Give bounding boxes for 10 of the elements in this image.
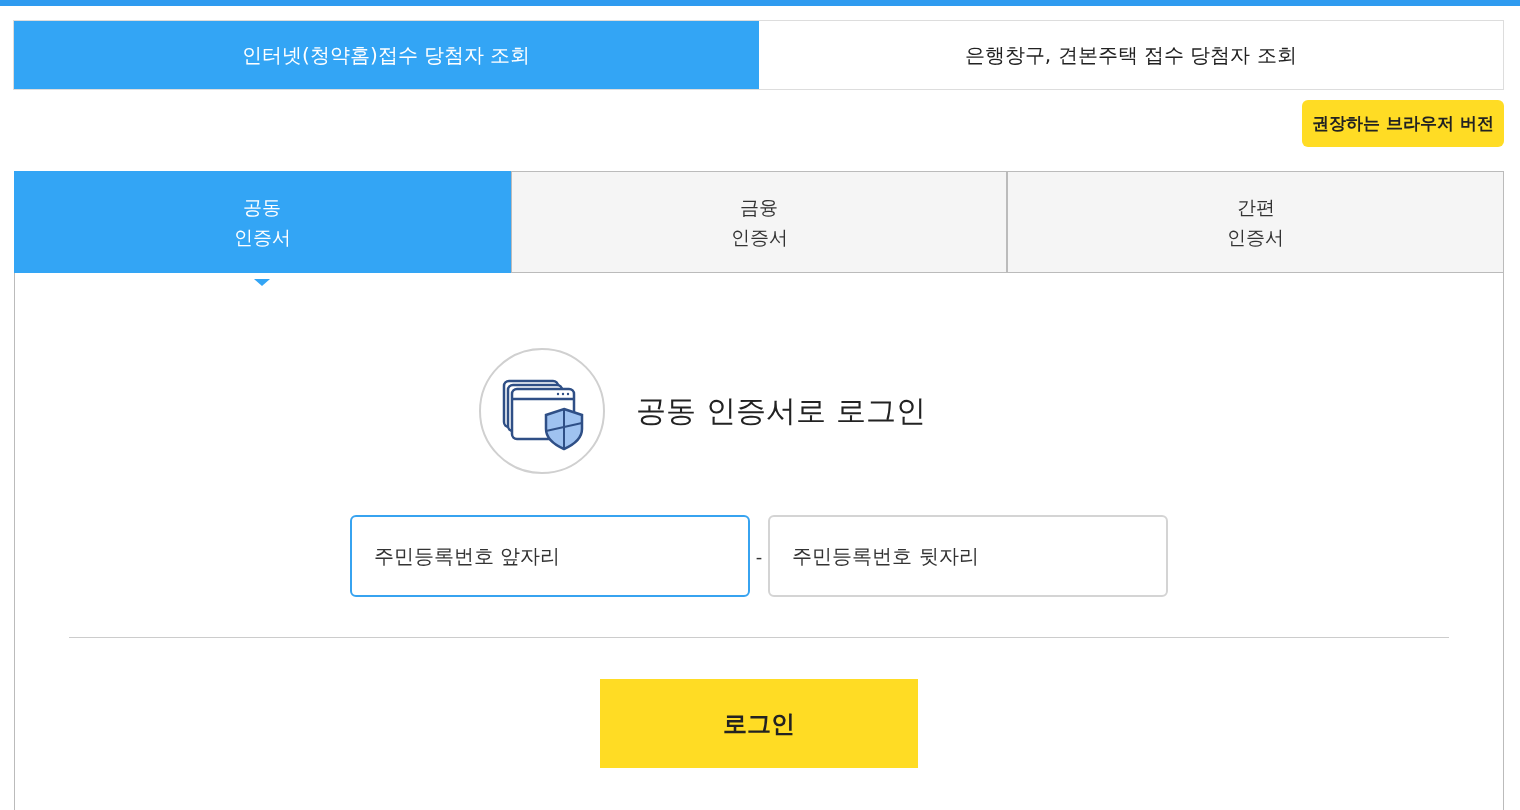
browser-version-button[interactable]: 권장하는 브라우저 버전 [1302,100,1504,147]
tab-pointer-icon [254,279,271,286]
login-title: 공동 인증서로 로그인 [636,391,926,430]
login-button[interactable]: 로그인 [600,679,918,768]
certificate-shield-icon [478,347,607,475]
id-number-field[interactable]: 주민등록번호 뒷자리 [768,515,1169,597]
certificate-tab[interactable]: 금융 인증서 [510,171,1008,273]
separator-dash: - [755,545,763,567]
id-number-field[interactable]: 주민등록번호 앞자리 [349,515,750,597]
certificate-tab[interactable]: 간편 인증서 [1007,171,1504,273]
